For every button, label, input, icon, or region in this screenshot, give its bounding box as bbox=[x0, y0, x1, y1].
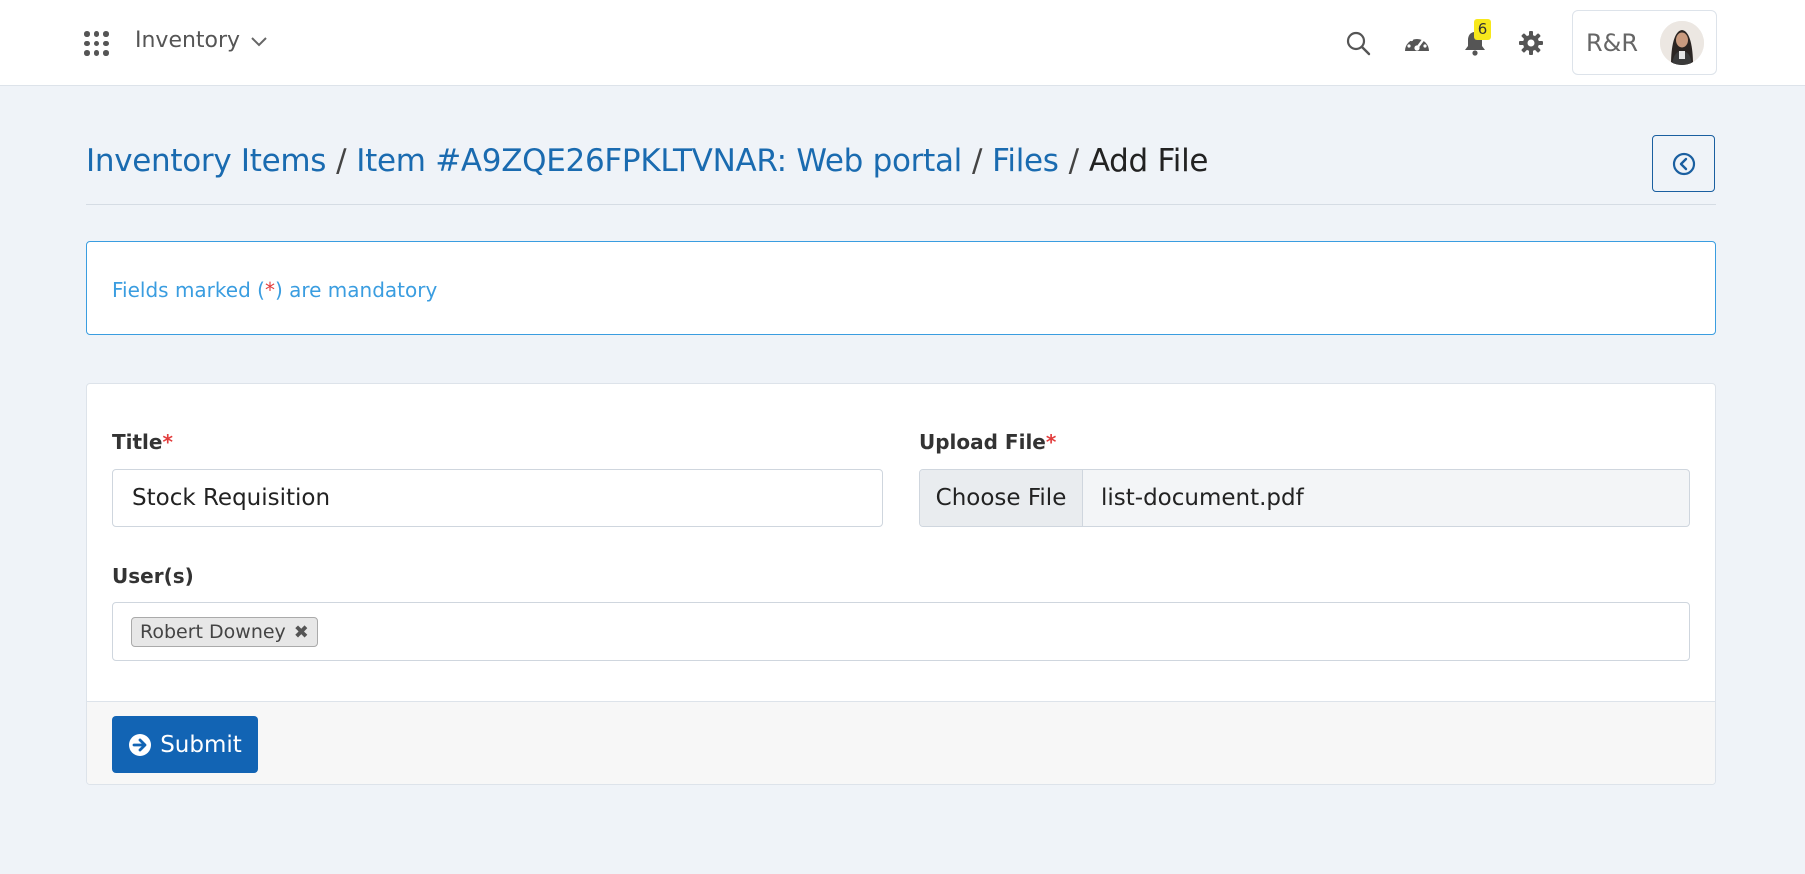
title-label-text: Title bbox=[112, 430, 163, 454]
breadcrumb: Inventory Items / Item #A9ZQE26FPKLTVNAR: … bbox=[86, 143, 1208, 179]
search-icon[interactable] bbox=[1343, 28, 1373, 58]
user-tag-label: Robert Downey bbox=[140, 621, 286, 643]
alert-suffix: ) are mandatory bbox=[274, 278, 438, 302]
breadcrumb-separator: / bbox=[1068, 143, 1079, 179]
submit-label: Submit bbox=[160, 731, 242, 758]
breadcrumb-files[interactable]: Files bbox=[992, 143, 1059, 179]
alert-prefix: Fields marked ( bbox=[112, 278, 265, 302]
module-switcher[interactable]: Inventory bbox=[135, 28, 268, 53]
breadcrumb-separator: / bbox=[336, 143, 347, 179]
choose-file-button[interactable]: Choose File bbox=[920, 470, 1083, 526]
users-label: User(s) bbox=[112, 564, 194, 588]
remove-tag-icon[interactable]: ✖ bbox=[294, 622, 309, 643]
breadcrumb-current: Add File bbox=[1088, 143, 1209, 179]
upload-label-text: Upload File bbox=[919, 430, 1046, 454]
required-asterisk: * bbox=[1045, 430, 1057, 454]
mandatory-fields-alert: Fields marked (*) are mandatory bbox=[86, 241, 1716, 335]
required-asterisk: * bbox=[264, 278, 275, 302]
upload-file-input[interactable]: Choose File list-document.pdf bbox=[919, 469, 1690, 527]
apps-grid-icon[interactable] bbox=[84, 31, 109, 56]
notification-badge: 6 bbox=[1474, 19, 1491, 40]
arrow-circle-right-icon bbox=[129, 733, 152, 756]
breadcrumb-inventory-items[interactable]: Inventory Items bbox=[86, 143, 326, 179]
alert-message: Fields marked (*) are mandatory bbox=[112, 278, 437, 302]
gear-icon[interactable] bbox=[1516, 28, 1546, 58]
avatar bbox=[1660, 21, 1704, 65]
required-asterisk: * bbox=[162, 430, 173, 454]
breadcrumb-item[interactable]: Item #A9ZQE26FPKLTVNAR: Web portal bbox=[356, 143, 962, 179]
top-navbar: Inventory 6 R&R bbox=[0, 0, 1805, 86]
user-menu[interactable]: R&R bbox=[1572, 10, 1717, 75]
back-circle-icon bbox=[1672, 152, 1695, 175]
add-file-form: Title* Stock Requisition Upload File* Ch… bbox=[86, 383, 1716, 785]
selected-file-name: list-document.pdf bbox=[1101, 485, 1304, 511]
title-input[interactable]: Stock Requisition bbox=[112, 469, 883, 527]
header-divider bbox=[86, 204, 1716, 205]
user-tag: Robert Downey ✖ bbox=[131, 617, 318, 647]
title-label: Title* bbox=[112, 430, 173, 454]
upload-file-label: Upload File* bbox=[919, 430, 1056, 454]
form-footer: Submit bbox=[87, 701, 1715, 784]
back-button[interactable] bbox=[1652, 135, 1715, 192]
users-multiselect[interactable]: Robert Downey ✖ bbox=[112, 602, 1690, 661]
user-initials: R&R bbox=[1586, 28, 1639, 57]
breadcrumb-separator: / bbox=[971, 143, 983, 179]
submit-button[interactable]: Submit bbox=[112, 716, 258, 773]
module-name: Inventory bbox=[135, 28, 241, 53]
dashboard-gauge-icon[interactable] bbox=[1402, 28, 1432, 58]
chevron-down-icon bbox=[251, 36, 267, 46]
